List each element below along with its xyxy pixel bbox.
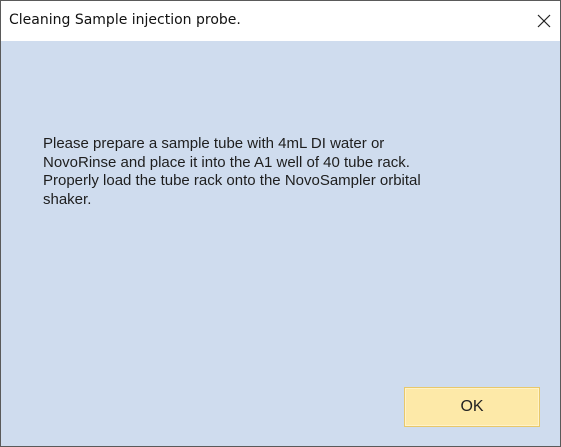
ok-button[interactable]: OK [404,387,540,427]
title-bar: Cleaning Sample injection probe. [1,1,560,41]
dialog-message: Please prepare a sample tube with 4mL DI… [43,135,533,209]
close-button[interactable] [530,7,560,35]
dialog-title: Cleaning Sample injection probe. [9,12,241,28]
dialog-body [1,41,560,446]
message-line: shaker. [43,190,92,208]
message-line: NovoRinse and place it into the A1 well … [43,153,410,171]
dialog-window: Cleaning Sample injection probe. Please … [0,0,561,447]
message-line: Properly load the tube rack onto the Nov… [43,172,421,189]
message-line: Please prepare a sample tube with 4mL DI… [43,135,385,152]
close-icon [537,14,551,28]
